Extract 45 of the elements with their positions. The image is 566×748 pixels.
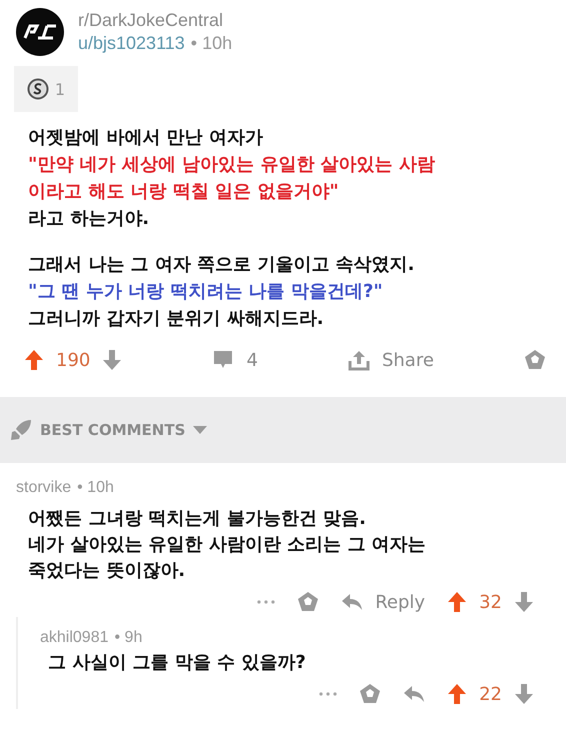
award-badge[interactable]: 1	[14, 66, 78, 112]
rocket-icon	[10, 419, 32, 441]
post-time: • 10h	[190, 33, 232, 54]
vote-count: 32	[479, 592, 502, 612]
post-text-line: 그러니까 갑자기 분위기 싸해지드라.	[28, 307, 325, 331]
share-icon[interactable]	[348, 349, 370, 371]
reply-icon[interactable]	[403, 685, 426, 703]
reply-button[interactable]: Reply	[341, 592, 426, 612]
author-name[interactable]: u/bjs1023113	[78, 33, 185, 54]
subreddit-name[interactable]: r/DarkJokeCentral	[78, 10, 232, 31]
comment-time: • 10h	[77, 479, 114, 497]
share-button[interactable]: Share	[348, 349, 434, 371]
post-text-line: "만약 네가 세상에 남아있는 유일한 살아있는 사람	[28, 153, 436, 177]
more-icon[interactable]	[257, 600, 276, 604]
upvote-icon[interactable]	[447, 683, 468, 705]
award-icon[interactable]	[524, 349, 546, 371]
comment-time: • 9h	[114, 629, 142, 647]
post-text-line: 라고 하는거야.	[28, 207, 150, 231]
upvote-icon[interactable]	[24, 349, 44, 371]
reply-icon[interactable]	[341, 593, 364, 611]
community-logo-icon[interactable]	[16, 8, 64, 56]
award-icon[interactable]	[359, 683, 382, 705]
comment-text-line: 네가 살아있는 유일한 사람이란 소리는 그 여자는	[28, 533, 427, 557]
downvote-icon[interactable]	[102, 349, 122, 371]
comment-count: 4	[246, 350, 258, 370]
post-text-line: 그래서 나는 그 여자 쪽으로 기울이고 속삭였지.	[28, 253, 416, 277]
coin-icon	[26, 78, 49, 100]
upvote-icon[interactable]	[447, 591, 468, 613]
vote-count: 22	[479, 684, 502, 704]
post-text-line: 어젯밤에 바에서 만난 여자가	[28, 126, 264, 150]
comment-text-line: 그 사실이 그를 막을 수 있을까?	[48, 651, 307, 675]
caret-icon[interactable]	[193, 426, 208, 434]
comment-author[interactable]: storvike	[16, 479, 72, 497]
comment-text-line: 어쨌든 그녀랑 떡치는게 불가능한건 맞음.	[28, 507, 367, 531]
vote-count: 190	[56, 350, 90, 370]
post-text-line: 이라고 해도 너랑 떡칠 일은 없을거야"	[28, 180, 340, 204]
comment-icon[interactable]	[212, 350, 234, 370]
more-icon[interactable]	[319, 692, 338, 696]
post-text-line: "그 땐 누가 너랑 떡치려는 나를 막을건데?"	[28, 280, 384, 304]
award-icon[interactable]	[297, 591, 320, 613]
comment-text-line: 죽었다는 뜻이잖아.	[28, 559, 186, 583]
comment-author[interactable]: akhil0981	[40, 629, 108, 647]
sort-dropdown[interactable]: BEST COMMENTS	[40, 421, 186, 439]
downvote-icon[interactable]	[514, 683, 534, 705]
downvote-icon[interactable]	[514, 591, 534, 613]
